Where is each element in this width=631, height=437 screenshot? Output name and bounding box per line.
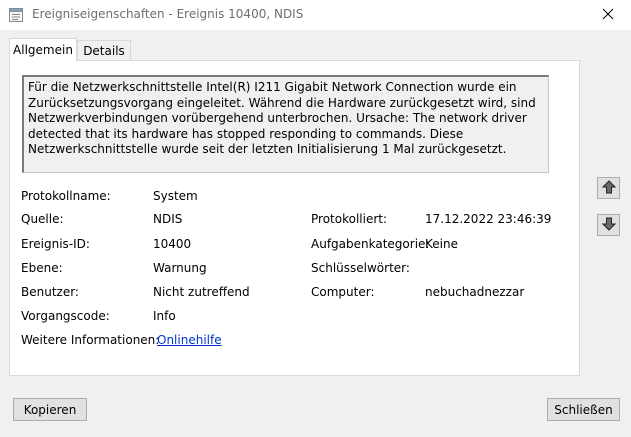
user-label: Benutzer:: [21, 285, 79, 299]
computer-label: Computer:: [311, 285, 375, 299]
more-info-label: Weitere Informationen:: [21, 333, 160, 347]
opcode-label: Vorgangscode:: [21, 309, 110, 323]
source-label: Quelle:: [21, 212, 64, 226]
task-category-label: Aufgabenkategorie:: [311, 237, 430, 251]
online-help-link[interactable]: Onlinehilfe: [157, 333, 222, 347]
event-description[interactable]: Für die Netzwerkschnittstelle Intel(R) I…: [22, 75, 549, 173]
opcode-value: Info: [153, 309, 176, 323]
title-bar: Ereigniseigenschaften - Ereignis 10400, …: [0, 0, 631, 30]
tab-details[interactable]: Details: [77, 40, 131, 60]
logged-label: Protokolliert:: [311, 212, 388, 226]
source-value: NDIS: [153, 212, 183, 226]
event-id-label: Ereignis-ID:: [21, 237, 90, 251]
copy-button[interactable]: Kopieren: [13, 398, 87, 421]
event-id-value: 10400: [153, 237, 192, 251]
log-name-label: Protokollname:: [21, 189, 111, 203]
user-value: Nicht zutreffend: [153, 285, 250, 299]
arrow-down-icon: [601, 217, 616, 234]
close-button[interactable]: Schließen: [547, 398, 620, 421]
general-tab-panel: Für die Netzwerkschnittstelle Intel(R) I…: [9, 60, 580, 376]
event-viewer-icon: [8, 7, 24, 23]
close-icon: [602, 8, 614, 23]
previous-event-button[interactable]: [597, 177, 620, 199]
tab-allgemein[interactable]: Allgemein: [9, 38, 77, 61]
close-window-button[interactable]: [585, 0, 631, 30]
logged-value: 17.12.2022 23:46:39: [425, 212, 552, 226]
level-value: Warnung: [153, 261, 207, 275]
computer-value: nebuchadnezzar: [425, 285, 525, 299]
task-category-value: Keine: [425, 237, 458, 251]
level-label: Ebene:: [21, 261, 63, 275]
window-title: Ereigniseigenschaften - Ereignis 10400, …: [32, 7, 304, 21]
next-event-button[interactable]: [597, 214, 620, 236]
keywords-label: Schlüsselwörter:: [311, 261, 410, 275]
log-name-value: System: [153, 189, 198, 203]
arrow-up-icon: [601, 179, 616, 197]
